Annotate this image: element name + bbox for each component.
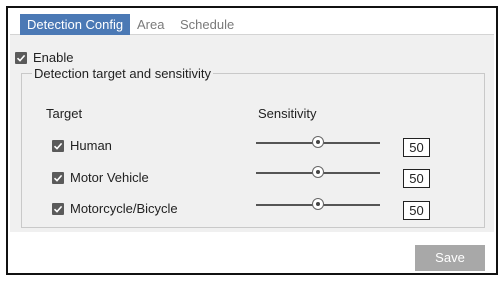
tab-bar: Detection Config Area Schedule	[10, 10, 494, 35]
group-legend: Detection target and sensitivity	[34, 66, 212, 81]
checkmark-icon	[53, 142, 63, 150]
slider-thumb[interactable]	[312, 136, 324, 148]
sensitivity-header: Sensitivity	[258, 106, 317, 121]
save-button[interactable]: Save	[415, 245, 485, 271]
tab-area[interactable]: Area	[137, 14, 164, 35]
human-label: Human	[70, 138, 112, 153]
motor-vehicle-sensitivity-input[interactable]: 50	[403, 169, 430, 188]
human-checkbox[interactable]	[52, 140, 64, 152]
tab-schedule[interactable]: Schedule	[180, 14, 234, 35]
checkmark-icon	[16, 54, 26, 62]
motorcycle-bicycle-checkbox[interactable]	[52, 203, 64, 215]
target-row-motor-vehicle: Motor Vehicle	[52, 170, 149, 186]
enable-label: Enable	[33, 50, 74, 65]
human-sensitivity-slider[interactable]	[256, 136, 380, 150]
motor-vehicle-sensitivity-slider[interactable]	[256, 166, 380, 180]
motorcycle-bicycle-label: Motorcycle/Bicycle	[70, 201, 178, 216]
tab-detection-config[interactable]: Detection Config	[20, 14, 131, 35]
target-row-motorcycle-bicycle: Motorcycle/Bicycle	[52, 201, 178, 217]
target-row-human: Human	[52, 138, 112, 154]
motor-vehicle-label: Motor Vehicle	[70, 170, 149, 185]
slider-thumb[interactable]	[312, 166, 324, 178]
enable-checkbox[interactable]	[15, 52, 27, 64]
human-sensitivity-input[interactable]: 50	[403, 138, 430, 157]
slider-thumb[interactable]	[312, 198, 324, 210]
enable-row: Enable	[15, 50, 73, 66]
motorcycle-bicycle-sensitivity-input[interactable]: 50	[403, 201, 430, 220]
motorcycle-bicycle-sensitivity-slider[interactable]	[256, 198, 380, 212]
checkmark-icon	[53, 205, 63, 213]
target-header: Target	[46, 106, 83, 121]
checkmark-icon	[53, 174, 63, 182]
motor-vehicle-checkbox[interactable]	[52, 172, 64, 184]
